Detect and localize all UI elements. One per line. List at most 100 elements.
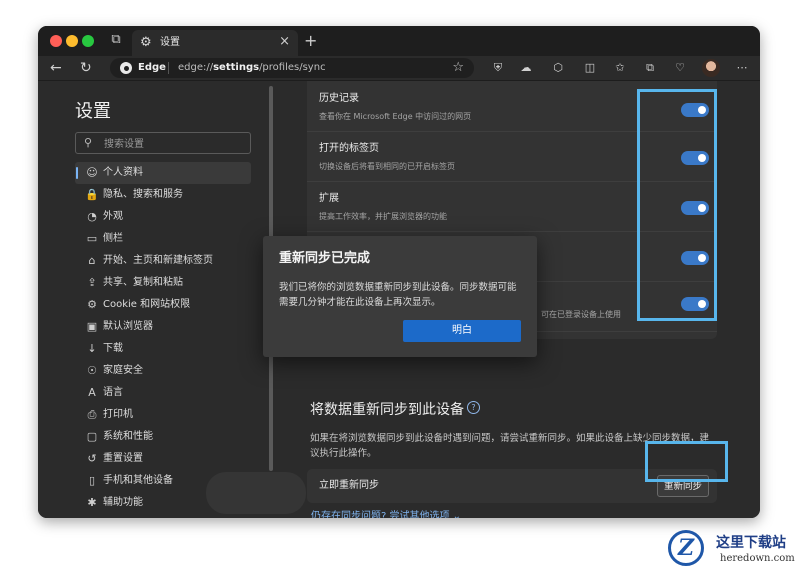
palette-icon: ◔ [87, 210, 97, 223]
new-tab-button[interactable]: + [304, 32, 317, 50]
sidebar-item-12[interactable]: ▢ 系统和性能 [75, 426, 251, 448]
browser-icon: ▣ [86, 320, 98, 333]
sidebar-item-label: 开始、主页和新建标签页 [103, 255, 213, 266]
tab-settings[interactable]: ⚙ 设置 × [132, 30, 298, 56]
address-brand: Edge [138, 62, 166, 73]
address-separator [168, 62, 169, 74]
faded-shape [206, 472, 306, 514]
sidebar-item-5[interactable]: ⇪ 共享、复制和粘贴 [75, 272, 251, 294]
gear-icon: ⚙ [140, 35, 152, 50]
toolbar: ← ↻ Edge edge://settings/profiles/sync ☆… [38, 56, 760, 81]
minimize-window-button[interactable] [66, 35, 78, 47]
sidebar-item-label: 隐私、搜索和服务 [103, 189, 183, 200]
sidebar-item-label: 外观 [103, 211, 123, 222]
sync-row-description: 提高工作效率，并扩展浏览器的功能 [319, 212, 447, 221]
sidebar-item-0[interactable]: ☺ 个人资料 [75, 162, 251, 184]
favorites-icon[interactable]: ✩ [612, 60, 628, 76]
sidebar-item-7[interactable]: ▣ 默认浏览器 [75, 316, 251, 338]
sync-row-title: 打开的标签页 [319, 143, 379, 154]
phone-icon: ▯ [88, 474, 96, 487]
sidebar-item-10[interactable]: A 语言 [75, 382, 251, 404]
resync-heading: 将数据重新同步到此设备 [310, 402, 464, 418]
favorite-star-icon[interactable]: ☆ [452, 60, 464, 76]
site-watermark: 这里下载站 heredown.com [668, 530, 800, 569]
sidebar-item-8[interactable]: ↓ 下载 [75, 338, 251, 360]
cloud-extension-icon[interactable]: ☁ [518, 60, 534, 76]
sidebar-item-3[interactable]: ▭ 侧栏 [75, 228, 251, 250]
back-icon[interactable]: ← [50, 59, 62, 77]
cookie-icon: ⚙ [87, 298, 97, 311]
home-icon: ⌂ [88, 254, 96, 267]
sidebar-title: 设置 [75, 101, 111, 122]
sidebar-icon: ▭ [86, 232, 98, 245]
close-tab-icon[interactable]: × [279, 34, 290, 50]
system-icon: ▢ [86, 430, 98, 443]
title-bar: ⧉ ⚙ 设置 × + [38, 26, 760, 56]
avatar[interactable] [702, 59, 720, 77]
download-icon: ↓ [87, 342, 97, 355]
sync-row-title: 扩展 [319, 193, 339, 204]
sidebar-item-13[interactable]: ↺ 重置设置 [75, 448, 251, 470]
refresh-icon[interactable]: ↻ [80, 59, 92, 77]
watermark-logo-icon [668, 530, 704, 566]
sync-row-description: 查看你在 Microsoft Edge 中访问过的网页 [319, 112, 472, 121]
maximize-window-button[interactable] [82, 35, 94, 47]
family-icon: ☉ [87, 364, 97, 377]
collections-icon[interactable]: ⧉ [642, 60, 658, 76]
help-icon[interactable]: ? [467, 401, 480, 414]
sidebar-item-6[interactable]: ⚙ Cookie 和网站权限 [75, 294, 251, 316]
close-window-button[interactable] [50, 35, 62, 47]
sync-row-description: 切换设备后将看到相同的已开启标签页 [319, 162, 455, 171]
extensions-icon[interactable]: ⬡ [550, 60, 566, 76]
sync-issues-link[interactable]: 仍存在同步问题? 尝试其他选项 ⌄ [311, 510, 461, 518]
sidebar-item-9[interactable]: ☉ 家庭安全 [75, 360, 251, 382]
profile-icon: ☺ [86, 166, 98, 179]
reset-icon: ↺ [87, 452, 97, 465]
sidebar-item-2[interactable]: ◔ 外观 [75, 206, 251, 228]
search-box[interactable]: ⚲ [75, 132, 251, 154]
sidebar-item-label: 下载 [103, 343, 123, 354]
sidebar-item-label: 重置设置 [103, 453, 143, 464]
settings-nav: ☺ 个人资料 🔒 隐私、搜索和服务 ◔ 外观 ▭ 侧栏 ⌂ 开始、主页和新建标签页 ⇪ 共享、复制和粘… [75, 162, 251, 514]
sidebar-item-label: 系统和性能 [103, 431, 153, 442]
dialog-body: 我们已将你的浏览数据重新同步到此设备。同步数据可能需要几分钟才能在此设备上再次显… [279, 282, 517, 308]
toggles-highlight-box [637, 89, 717, 321]
resync-highlight-box [645, 441, 728, 482]
dialog-ok-button[interactable]: 明白 [403, 320, 521, 342]
printer-icon: ⎙ [87, 408, 97, 421]
sidebar-item-label: 手机和其他设备 [103, 475, 173, 486]
sidebar-item-1[interactable]: 🔒 隐私、搜索和服务 [75, 184, 251, 206]
watermark-en: heredown.com [720, 553, 795, 564]
sidebar-item-label: 语言 [103, 387, 123, 398]
split-screen-icon[interactable]: ◫ [582, 60, 598, 76]
sidebar-item-label: 共享、复制和粘贴 [103, 277, 183, 288]
share-icon: ⇪ [87, 276, 97, 289]
tab-label: 设置 [160, 37, 180, 48]
sync-row-title: 历史记录 [319, 93, 359, 104]
resync-row-label: 立即重新同步 [319, 480, 379, 491]
more-menu-icon[interactable]: ⋯ [734, 60, 750, 76]
resync-complete-dialog: 重新同步已完成 我们已将你的浏览数据重新同步到此设备。同步数据可能需要几分钟才能… [263, 236, 537, 357]
edge-logo-icon [120, 62, 132, 74]
sidebar-item-label: 打印机 [103, 409, 133, 420]
sidebar-item-label: 个人资料 [103, 167, 143, 178]
address-bar[interactable]: Edge edge://settings/profiles/sync ☆ [110, 58, 474, 78]
sidebar-item-11[interactable]: ⎙ 打印机 [75, 404, 251, 426]
dialog-title: 重新同步已完成 [279, 251, 371, 266]
sidebar-item-label: Cookie 和网站权限 [103, 299, 191, 310]
sidebar-item-label: 家庭安全 [103, 365, 143, 376]
sync-row-description: 可在已登录设备上使用 [541, 310, 621, 319]
sidebar-item-4[interactable]: ⌂ 开始、主页和新建标签页 [75, 250, 251, 272]
sidebar-item-label: 侧栏 [103, 233, 123, 244]
address-url: edge://settings/profiles/sync [178, 62, 326, 73]
shield-extension-icon[interactable]: ⛨ [490, 60, 506, 76]
accessibility-icon: ✱ [87, 496, 97, 509]
language-icon: A [88, 386, 96, 399]
search-icon: ⚲ [84, 136, 93, 149]
search-input[interactable] [102, 135, 246, 153]
watermark-cn: 这里下载站 [716, 535, 786, 551]
settings-sidebar: 设置 ⚲ ☺ 个人资料 🔒 隐私、搜索和服务 ◔ 外观 ▭ 侧栏 ⌂ 开始、主页和新建标签页 ⇪ 共享… [38, 81, 268, 518]
heart-pulse-icon[interactable]: ♡ [672, 60, 688, 76]
tab-actions-icon[interactable]: ⧉ [108, 32, 124, 48]
sidebar-item-label: 辅助功能 [103, 497, 143, 508]
